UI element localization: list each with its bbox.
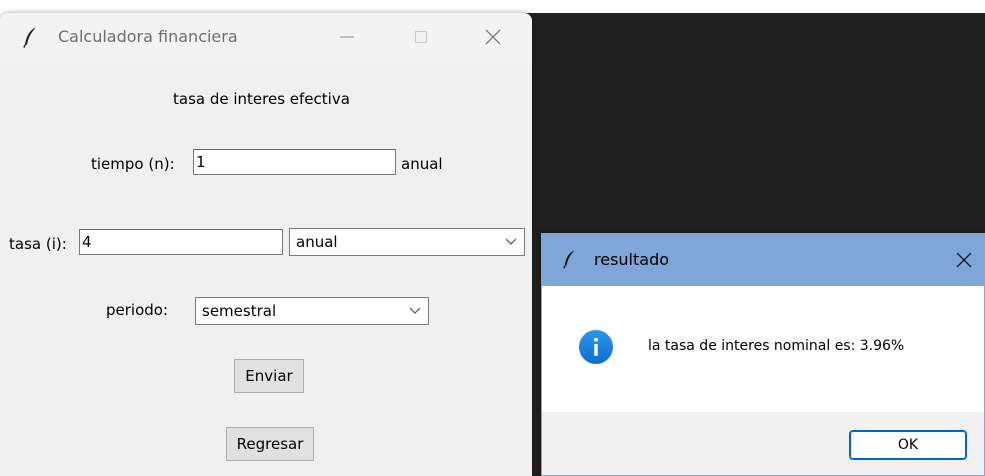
tasa-period-select[interactable]: anual [289,228,525,256]
periodo-label: periodo: [106,301,169,319]
tasa-period-value: anual [296,233,338,251]
page-heading: tasa de interes efectiva [173,90,350,108]
minimize-icon [340,36,354,38]
close-icon [485,29,501,45]
main-window: Calculadora financiera tasa de interes e… [0,13,532,476]
dialog-footer: OK [542,412,984,475]
feather-icon [563,249,575,269]
dialog-close-button[interactable] [944,234,984,286]
tasa-input[interactable]: 4 [79,229,283,255]
result-dialog: resultado la tasa de interes nominal es:… [541,233,985,476]
dialog-title: resultado [594,250,670,269]
tiempo-unit-label: anual [401,155,443,173]
title-bar[interactable]: Calculadora financiera [0,13,532,63]
maximize-button[interactable] [398,13,444,61]
enviar-button[interactable]: Enviar [234,359,304,393]
window-content: tasa de interes efectiva tiempo (n): 1 a… [0,63,532,476]
tiempo-label: tiempo (n): [91,155,175,173]
feather-icon [23,26,37,48]
maximize-icon [415,31,427,43]
periodo-value: semestral [202,302,277,320]
close-icon [956,252,972,268]
chevron-down-icon [505,238,517,245]
regresar-button[interactable]: Regresar [226,427,314,461]
result-message: la tasa de interes nominal es: 3.96% [648,338,905,354]
ok-button[interactable]: OK [849,430,967,460]
dialog-body: la tasa de interes nominal es: 3.96% [542,286,984,412]
minimize-button[interactable] [324,13,370,61]
periodo-select[interactable]: semestral [195,297,429,325]
close-button[interactable] [470,13,516,61]
info-icon [579,330,613,364]
chevron-down-icon [409,307,421,314]
tiempo-input[interactable]: 1 [193,149,396,175]
tasa-label: tasa (i): [9,235,67,253]
dialog-title-bar[interactable]: resultado [542,234,984,286]
window-title: Calculadora financiera [58,27,238,46]
desktop: Calculadora financiera tasa de interes e… [0,0,985,476]
